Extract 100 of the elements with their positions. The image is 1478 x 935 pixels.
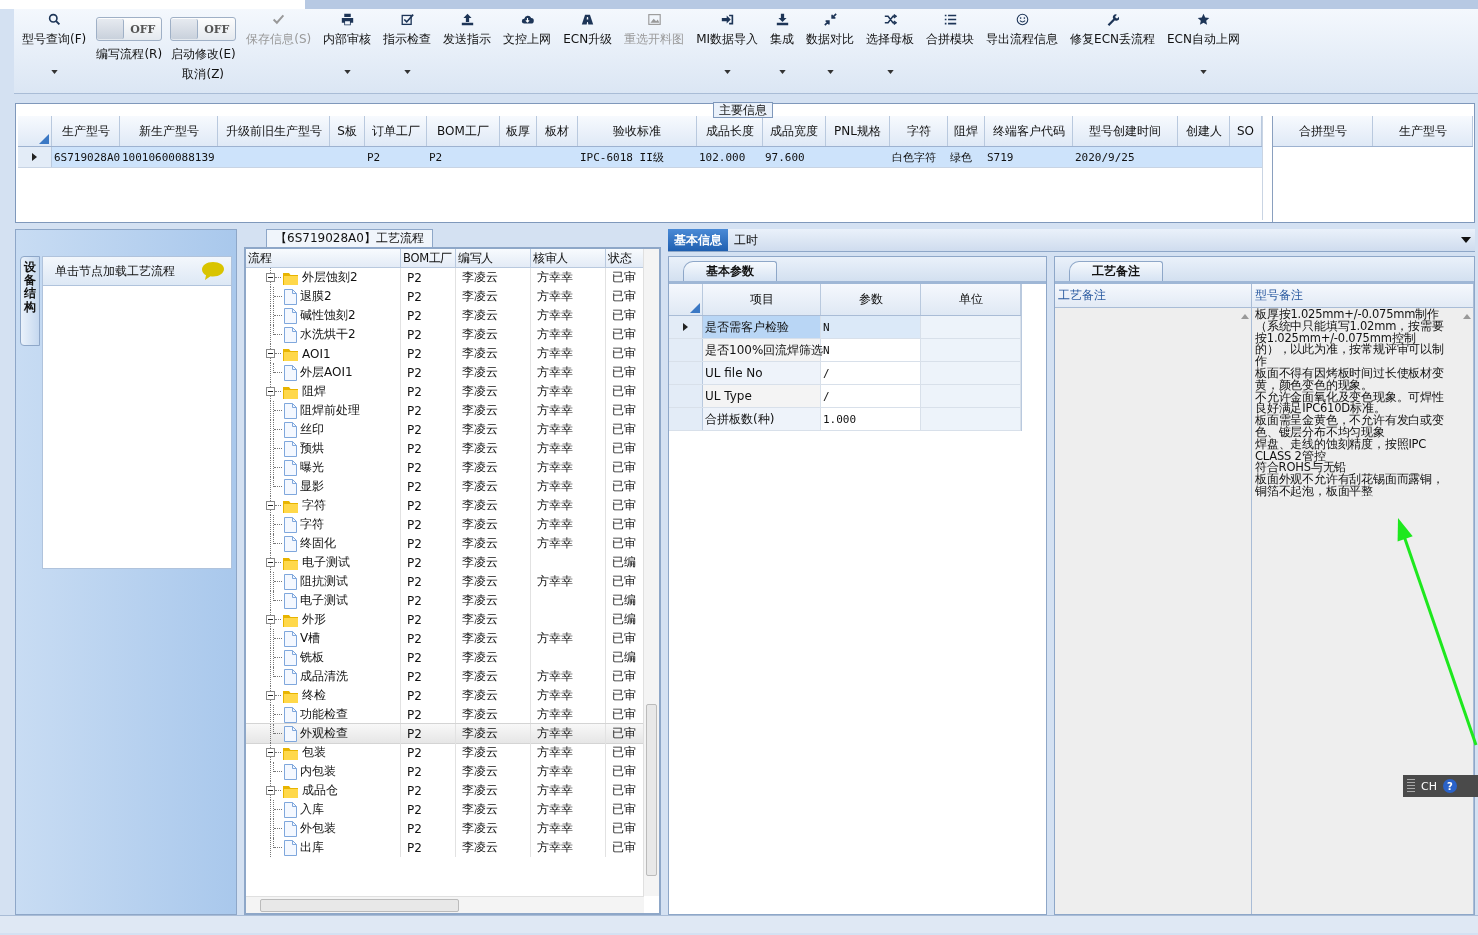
tree-node-label: 水洗烘干2 (300, 326, 356, 343)
column-header[interactable]: 项目 (703, 284, 821, 315)
tab[interactable]: 基本信息 (668, 229, 728, 251)
caret-icon[interactable] (1461, 237, 1471, 243)
table-cell: 已审 (612, 497, 636, 514)
model-note-line: 板面不得有因烤板时间过长使板材变黄，颜色变色的现象。 (1255, 368, 1445, 392)
column-header[interactable]: 型号创建时间 (1073, 116, 1178, 146)
help-button[interactable]: ? (1442, 779, 1457, 793)
table-cell: 李凌云 (462, 516, 498, 533)
toolbar-button[interactable]: 型号查询(F) (20, 11, 89, 50)
column-header[interactable]: S板 (330, 116, 365, 146)
check-icon (272, 13, 286, 26)
tab[interactable]: 工时 (728, 229, 764, 251)
column-header[interactable]: 参数 (821, 284, 921, 315)
caret-icon[interactable] (343, 70, 351, 74)
toggle-switch[interactable]: OFF (96, 17, 163, 41)
toolbar-button[interactable]: 数据对比 (804, 11, 857, 50)
table-cell: 已编 (612, 649, 636, 666)
table-cell: 李凌云 (462, 535, 498, 552)
column-header[interactable]: SO (1230, 116, 1262, 146)
horizontal-scrollbar[interactable] (246, 896, 644, 913)
column-header[interactable]: 成品长度 (697, 116, 763, 146)
column-header[interactable]: 板厚 (500, 116, 537, 146)
caret-icon[interactable] (723, 70, 731, 74)
toolbar-button[interactable]: 发送指示 (441, 11, 494, 50)
toolbar-button[interactable]: ECN升级 (561, 11, 615, 50)
column-header[interactable]: 阻焊 (948, 116, 985, 146)
column-header[interactable]: 字符 (890, 116, 948, 146)
column-header[interactable]: 生产型号 (1373, 116, 1473, 146)
toolbar-button[interactable]: 修复ECN丢流程 (1068, 11, 1158, 50)
toolbar-button[interactable]: 内部审核 (321, 11, 374, 50)
load-flow-button[interactable]: 单击节点加载工艺流程 (42, 256, 232, 286)
table-row[interactable]: 合拼板数(种) 1.000 (669, 408, 1021, 431)
collapse-icon[interactable] (266, 273, 275, 282)
tab[interactable]: 工艺备注 (1069, 261, 1163, 281)
toolbar-button[interactable]: 指示检查 (381, 11, 434, 50)
column-header[interactable]: BOM工厂 (401, 249, 456, 267)
vertical-scrollbar[interactable] (643, 249, 659, 896)
collapse-icon[interactable] (266, 558, 275, 567)
caret-icon[interactable] (826, 70, 834, 74)
toggle-switch[interactable]: OFF (170, 17, 237, 41)
toggle-label: 编写流程(R) (96, 46, 163, 63)
column-header[interactable]: 工艺备注 (1055, 284, 1252, 307)
caret-icon[interactable] (886, 70, 894, 74)
collapse-icon[interactable] (266, 691, 275, 700)
table-cell: 李凌云 (462, 402, 498, 419)
table-cell: N (823, 343, 830, 357)
column-header[interactable]: 创建人 (1178, 116, 1230, 146)
column-header[interactable]: 生产型号 (52, 116, 120, 146)
table-row[interactable]: 是否100%回流焊筛选N (669, 339, 1021, 362)
tree-node-label: 阻焊前处理 (300, 402, 360, 419)
toolbar-button[interactable]: 导出流程信息 (984, 11, 1061, 50)
table-cell: 方幸幸 (537, 383, 573, 400)
column-header[interactable]: 新生产型号 (120, 116, 218, 146)
column-header[interactable]: 验收标准 (578, 116, 697, 146)
table-cell: 已审 (612, 839, 636, 856)
caret-icon[interactable] (50, 70, 58, 74)
toolbar-button[interactable]: ECN自动上网 (1165, 11, 1242, 50)
table-cell: P2 (407, 517, 422, 532)
toolbar-button[interactable]: 选择母板 (864, 11, 917, 50)
cancel-button[interactable]: 取消(Z) (182, 66, 225, 83)
collapse-icon[interactable] (266, 786, 275, 795)
caret-icon[interactable] (403, 70, 411, 74)
column-header[interactable]: 终端客户代码 (985, 116, 1073, 146)
toolbar-button[interactable]: MI数据导入 (694, 11, 761, 50)
collapse-icon[interactable] (266, 387, 275, 396)
toolbar-button[interactable]: 集成 (768, 11, 797, 50)
tab[interactable]: 基本参数 (683, 261, 777, 281)
column-header[interactable]: 单位 (921, 284, 1021, 315)
caret-icon[interactable] (778, 70, 786, 74)
table-row[interactable]: 6S719028A0 10010600088139 P2 P2 IPC-6018 II级 102.000 97.600 白色字符 绿色 S719 2020/9/25 (18, 147, 1262, 168)
table-cell: 方幸幸 (537, 307, 573, 324)
table-row[interactable]: UL file No / (669, 362, 1021, 385)
column-header[interactable]: BOM工厂 (427, 116, 500, 146)
column-header[interactable]: 合拼型号 (1273, 116, 1373, 146)
collapse-icon[interactable] (266, 349, 275, 358)
table-cell: P2 (407, 593, 422, 608)
document-icon (284, 706, 297, 723)
table-row[interactable]: 是否需客户检验 N (669, 316, 1021, 339)
column-header[interactable]: 型号备注 (1252, 284, 1474, 307)
language-bar[interactable]: CH ? (1403, 775, 1478, 797)
column-header[interactable]: 订单工厂 (365, 116, 427, 146)
toolbar-button[interactable]: 文控上网 (501, 11, 554, 50)
tree-row[interactable]: 外观检查 P2 李凌云 方幸幸 已审 (246, 724, 644, 743)
column-header[interactable]: 核审人 (531, 249, 606, 267)
column-header[interactable]: 流程 (246, 249, 401, 267)
column-header[interactable]: 升级前旧生产型号 (218, 116, 330, 146)
vertical-tab[interactable]: 设备结构 (20, 256, 40, 346)
collapse-icon[interactable] (266, 748, 275, 757)
table-row[interactable]: UL Type / (669, 385, 1021, 408)
collapse-icon[interactable] (266, 615, 275, 624)
toolbar-button[interactable]: 合拼模块 (924, 11, 977, 50)
language-indicator[interactable]: CH (1421, 779, 1437, 793)
column-header[interactable]: 板材 (537, 116, 578, 146)
caret-icon[interactable] (1200, 70, 1207, 74)
collapse-icon[interactable] (266, 501, 275, 510)
column-header[interactable]: 成品宽度 (763, 116, 826, 146)
column-header[interactable]: PNL规格 (826, 116, 890, 146)
column-header[interactable]: 编写人 (456, 249, 531, 267)
tree-node-label: 丝印 (300, 421, 324, 438)
